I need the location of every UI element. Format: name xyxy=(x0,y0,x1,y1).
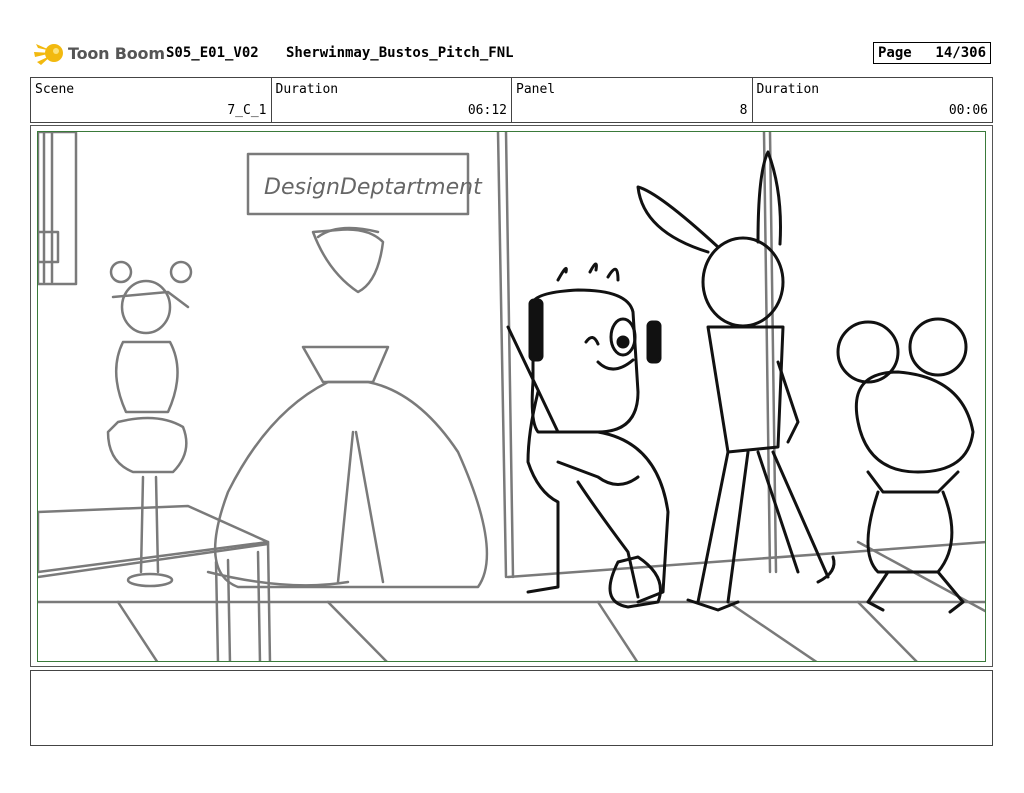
panel-notes-box xyxy=(30,670,993,746)
scene-duration-value: 06:12 xyxy=(467,103,507,118)
design-department-sign: DesignDeptartment xyxy=(264,175,483,200)
scene-value: 7_C_1 xyxy=(227,103,267,118)
starburst-logo-icon xyxy=(34,44,63,65)
storyboard-panel: DesignDeptartment xyxy=(30,125,993,667)
characters-sketch xyxy=(506,150,975,614)
scene-duration-label: Duration xyxy=(275,82,339,97)
scene-cell: Scene 7_C_1 xyxy=(31,78,272,122)
panel-frame: DesignDeptartment xyxy=(37,131,986,662)
episode-id: S05_E01_V02 xyxy=(166,45,259,61)
background-sketch xyxy=(38,132,985,661)
panel-cell: Panel 8 xyxy=(512,78,753,122)
panel-duration-cell: Duration 00:06 xyxy=(753,78,993,122)
panel-duration-value: 00:06 xyxy=(948,103,988,118)
panel-value: 8 xyxy=(739,103,748,118)
panel-duration-label: Duration xyxy=(756,82,820,97)
panel-sketch: DesignDeptartment xyxy=(38,132,985,661)
document-title: Sherwinmay_Bustos_Pitch_FNL xyxy=(286,45,514,61)
scene-duration-cell: Duration 06:12 xyxy=(272,78,512,122)
scene-info-row: Scene 7_C_1 Duration 06:12 Panel 8 Durat… xyxy=(30,77,993,123)
scene-label: Scene xyxy=(35,82,75,97)
logo-text: Toon Boom xyxy=(68,43,165,63)
header: Toon Boom S05_E01_V02 Sherwinmay_Bustos_… xyxy=(30,38,994,70)
page-number: 14/306 xyxy=(935,45,986,61)
page-indicator: Page 14/306 xyxy=(873,42,991,64)
panel-label: Panel xyxy=(516,82,556,97)
toon-boom-logo: Toon Boom xyxy=(32,38,165,68)
page-label: Page xyxy=(878,45,912,61)
